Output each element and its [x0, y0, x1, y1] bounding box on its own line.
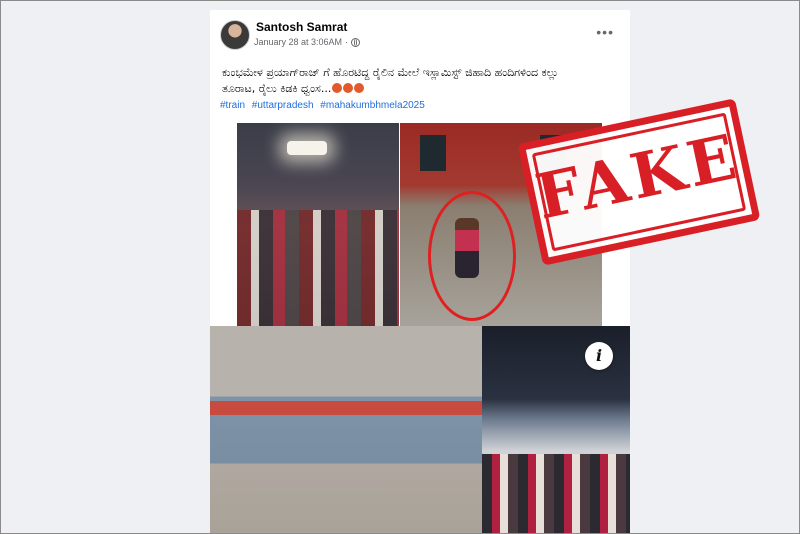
- globe-icon: [351, 37, 361, 47]
- angry-face-emoji-icon: [332, 83, 343, 93]
- angry-face-emoji-icon: [343, 83, 354, 93]
- caption-text: ಕುಂಭಮೇಳ ಪ್ರಯಾಗ್‌ರಾಜ್ ಗೆ ಹೊರಟಿದ್ದ ರೈಲಿನ ಮ…: [222, 66, 559, 95]
- separator-dot: ·: [345, 37, 349, 47]
- post-video-train-coaches[interactable]: [210, 326, 482, 534]
- hashtags: #train #uttarpradesh #mahakumbhmela2025: [220, 100, 429, 111]
- person-figure: [455, 218, 479, 278]
- post-caption: ಕುಂಭಮೇಳ ಪ್ರಯಾಗ್‌ರಾಜ್ ಗೆ ಹೊರಟಿದ್ದ ರೈಲಿನ ಮ…: [222, 65, 582, 97]
- hashtag-link[interactable]: #train: [220, 100, 245, 111]
- hashtag-link[interactable]: #mahakumbhmela2025: [320, 100, 425, 111]
- train-window: [420, 135, 446, 171]
- crowd: [482, 454, 630, 534]
- platform-light: [287, 141, 327, 155]
- post-image-crowd-platform[interactable]: [237, 123, 399, 330]
- crowd: [237, 210, 399, 330]
- hashtag-link[interactable]: #uttarpradesh: [252, 100, 314, 111]
- coach-stripe: [210, 401, 482, 415]
- post-timestamp[interactable]: January 28 at 3:06AM: [254, 37, 342, 47]
- post-header: Santosh Samrat January 28 at 3:06AM · ••…: [210, 10, 630, 60]
- info-icon[interactable]: i: [585, 342, 613, 370]
- angry-face-emoji-icon: [354, 83, 365, 93]
- author-name[interactable]: Santosh Samrat: [256, 20, 347, 34]
- more-options-icon[interactable]: •••: [596, 24, 614, 40]
- post-meta: January 28 at 3:06AM ·: [254, 37, 361, 47]
- author-avatar[interactable]: [220, 20, 250, 50]
- facebook-post: Santosh Samrat January 28 at 3:06AM · ••…: [210, 10, 630, 534]
